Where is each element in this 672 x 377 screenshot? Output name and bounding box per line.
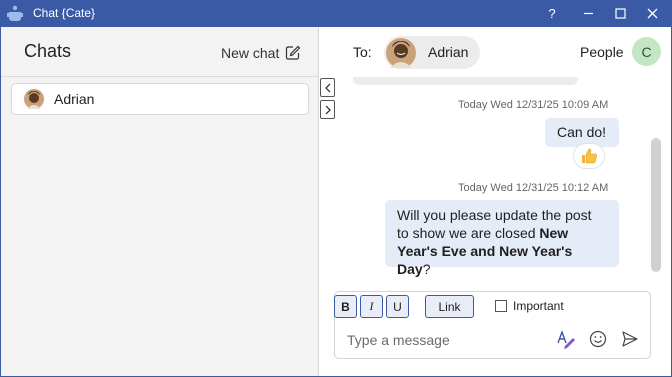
window-title: Chat {Cate} <box>33 6 96 20</box>
message-timestamp: Today Wed 12/31/25 10:12 AM <box>458 182 609 194</box>
chat-sidebar: Chats New chat Adrian <box>1 27 319 376</box>
send-icon <box>622 331 638 347</box>
message-timestamp: Today Wed 12/31/25 10:09 AM <box>458 99 609 111</box>
italic-button[interactable]: I <box>360 295 383 318</box>
chevron-left-icon <box>324 83 330 92</box>
chat-list-item-name: Adrian <box>54 91 95 107</box>
chat-list-item-adrian[interactable]: Adrian <box>11 83 309 115</box>
spellcheck-button[interactable] <box>555 328 577 350</box>
message-composer: B I U Link Important Type a message <box>334 291 651 359</box>
message-bubble[interactable]: Will you please update the post to show … <box>385 200 619 277</box>
close-icon <box>647 8 657 19</box>
sidebar-header: Chats New chat <box>1 27 319 77</box>
new-chat-label: New chat <box>221 45 280 61</box>
expand-sidebar-button[interactable] <box>320 100 335 119</box>
close-button[interactable] <box>636 0 668 27</box>
minimize-button[interactable] <box>572 0 604 27</box>
people-button[interactable]: People <box>580 44 624 60</box>
previous-message-bubble <box>353 77 578 85</box>
title-bar: Chat {Cate} ? <box>0 0 672 27</box>
link-button[interactable]: Link <box>425 295 474 318</box>
important-checkbox[interactable] <box>495 300 507 312</box>
recipient-pill[interactable]: Adrian <box>384 36 480 69</box>
send-button[interactable] <box>619 328 641 350</box>
help-button[interactable]: ? <box>536 0 568 27</box>
message-list: Today Wed 12/31/25 10:09 AM Can do! Toda… <box>336 77 663 277</box>
message-input[interactable]: Type a message <box>347 332 450 348</box>
maximize-icon <box>614 8 626 19</box>
emoji-icon <box>589 330 607 348</box>
user-avatar[interactable]: C <box>632 37 661 66</box>
chats-title: Chats <box>24 41 72 61</box>
message-scrollbar[interactable] <box>651 138 661 272</box>
window-border <box>0 27 1 377</box>
underline-button[interactable]: U <box>386 295 409 318</box>
spellcheck-icon <box>557 329 575 349</box>
collapse-sidebar-button[interactable] <box>320 78 335 97</box>
compose-icon <box>286 45 301 60</box>
conversation-header: To: Adrian People C <box>320 27 671 77</box>
to-label: To: <box>353 44 372 60</box>
chevron-right-icon <box>325 105 331 114</box>
new-chat-button[interactable]: New chat <box>221 42 301 64</box>
message-text-end: ? <box>422 261 431 277</box>
reaction-badge[interactable] <box>573 143 605 169</box>
app-icon <box>7 5 23 21</box>
recipient-avatar <box>386 38 416 68</box>
important-label: Important <box>513 299 564 313</box>
minimize-icon <box>583 12 593 15</box>
recipient-name: Adrian <box>428 44 469 60</box>
bold-button[interactable]: B <box>334 295 357 318</box>
maximize-button[interactable] <box>604 0 636 27</box>
important-toggle[interactable]: Important <box>495 299 564 313</box>
avatar <box>24 89 44 109</box>
emoji-button[interactable] <box>587 328 609 350</box>
thumbs-up-icon <box>582 148 597 164</box>
